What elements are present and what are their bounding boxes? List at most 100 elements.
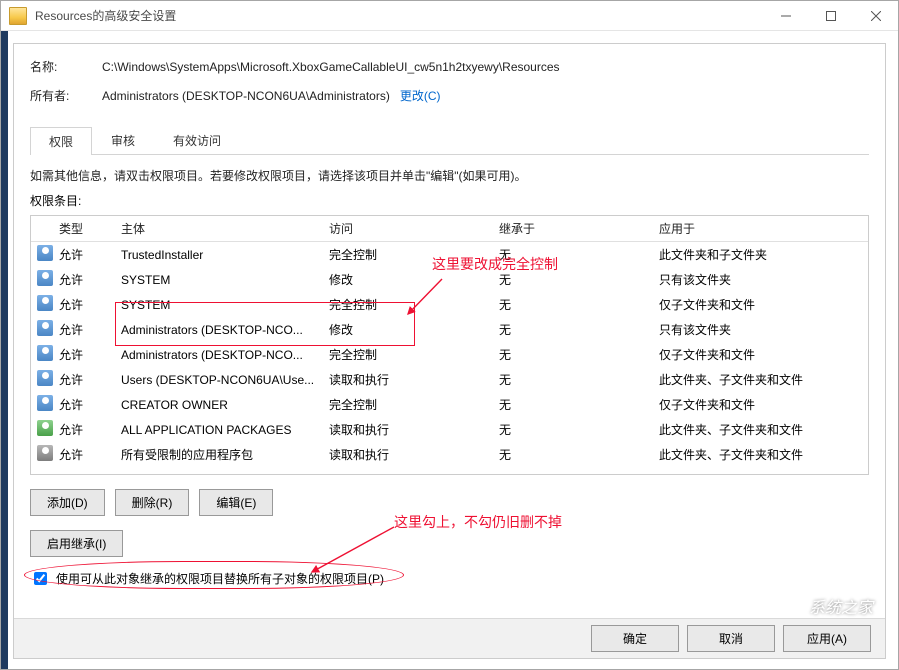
- table-row[interactable]: 允许Users (DESKTOP-NCON6UA\Use...读取和执行无此文件…: [31, 367, 868, 392]
- cell-access: 完全控制: [323, 292, 493, 317]
- cell-principal: SYSTEM: [115, 267, 323, 292]
- watermark: 系统之家: [809, 594, 873, 618]
- table-row[interactable]: 允许Administrators (DESKTOP-NCO...完全控制无仅子文…: [31, 342, 868, 367]
- cell-inherit: 无: [493, 267, 653, 292]
- ok-button[interactable]: 确定: [591, 625, 679, 652]
- table-row[interactable]: 允许TrustedInstaller完全控制无此文件夹和子文件夹: [31, 242, 868, 268]
- maximize-button[interactable]: [808, 1, 853, 31]
- apply-button[interactable]: 应用(A): [783, 625, 871, 652]
- cell-applies: 此文件夹、子文件夹和文件: [653, 417, 868, 442]
- tab-permissions[interactable]: 权限: [30, 127, 92, 155]
- change-owner-link[interactable]: 更改(C): [400, 87, 441, 104]
- cell-applies: 此文件夹和子文件夹: [653, 242, 868, 268]
- name-label: 名称:: [30, 58, 102, 75]
- principal-icon: [37, 345, 53, 361]
- principal-icon: [37, 295, 53, 311]
- principal-icon: [37, 370, 53, 386]
- cell-principal: Administrators (DESKTOP-NCO...: [115, 342, 323, 367]
- principal-icon: [37, 395, 53, 411]
- cell-inherit: 无: [493, 317, 653, 342]
- replace-permissions-row: 使用可从此对象继承的权限项目替换所有子对象的权限项目(P): [14, 565, 885, 596]
- cell-principal: Administrators (DESKTOP-NCO...: [115, 317, 323, 342]
- principal-icon: [37, 320, 53, 336]
- tab-auditing[interactable]: 审核: [92, 126, 154, 154]
- cell-type: 允许: [53, 242, 115, 268]
- instruction-text: 如需其他信息，请双击权限项目。若要修改权限项目，请选择该项目并单击"编辑"(如果…: [14, 155, 885, 192]
- table-row[interactable]: 允许Administrators (DESKTOP-NCO...修改无只有该文件…: [31, 317, 868, 342]
- cell-applies: 仅子文件夹和文件: [653, 342, 868, 367]
- cell-inherit: 无: [493, 342, 653, 367]
- col-type[interactable]: 类型: [53, 216, 115, 242]
- col-inherit[interactable]: 继承于: [493, 216, 653, 242]
- dialog-footer: 确定 取消 应用(A): [14, 618, 885, 658]
- folder-icon: [9, 7, 27, 25]
- edit-button[interactable]: 编辑(E): [199, 489, 273, 516]
- close-button[interactable]: [853, 1, 898, 31]
- tab-bar: 权限 审核 有效访问: [30, 126, 869, 155]
- window-title: Resources的高级安全设置: [35, 7, 763, 24]
- cell-principal: CREATOR OWNER: [115, 392, 323, 417]
- cell-type: 允许: [53, 267, 115, 292]
- principal-icon: [37, 445, 53, 461]
- minimize-button[interactable]: [763, 1, 808, 31]
- cell-access: 修改: [323, 267, 493, 292]
- desktop-sliver: [1, 31, 8, 669]
- cell-type: 允许: [53, 317, 115, 342]
- cell-type: 允许: [53, 392, 115, 417]
- col-applies[interactable]: 应用于: [653, 216, 868, 242]
- cell-type: 允许: [53, 342, 115, 367]
- cell-applies: 仅子文件夹和文件: [653, 292, 868, 317]
- cell-principal: Users (DESKTOP-NCON6UA\Use...: [115, 367, 323, 392]
- entries-label: 权限条目:: [14, 192, 885, 215]
- remove-button[interactable]: 删除(R): [115, 489, 190, 516]
- cell-principal: ALL APPLICATION PACKAGES: [115, 417, 323, 442]
- cell-applies: 此文件夹、子文件夹和文件: [653, 442, 868, 467]
- window-controls: [763, 1, 898, 31]
- cell-type: 允许: [53, 292, 115, 317]
- replace-permissions-checkbox[interactable]: [34, 572, 47, 585]
- title-bar: Resources的高级安全设置: [1, 1, 898, 31]
- dialog-body: 名称: C:\Windows\SystemApps\Microsoft.Xbox…: [13, 43, 886, 659]
- cell-applies: 只有该文件夹: [653, 317, 868, 342]
- cell-applies: 只有该文件夹: [653, 267, 868, 292]
- cell-applies: 仅子文件夹和文件: [653, 392, 868, 417]
- cell-access: 完全控制: [323, 342, 493, 367]
- permission-table-wrap: 类型 主体 访问 继承于 应用于 允许TrustedInstaller完全控制无…: [30, 215, 869, 475]
- add-button[interactable]: 添加(D): [30, 489, 105, 516]
- table-row[interactable]: 允许ALL APPLICATION PACKAGES读取和执行无此文件夹、子文件…: [31, 417, 868, 442]
- table-row[interactable]: 允许SYSTEM修改无只有该文件夹: [31, 267, 868, 292]
- cell-access: 完全控制: [323, 242, 493, 268]
- table-row[interactable]: 允许CREATOR OWNER完全控制无仅子文件夹和文件: [31, 392, 868, 417]
- cell-principal: SYSTEM: [115, 292, 323, 317]
- inherit-row: 启用继承(I): [14, 522, 885, 565]
- cell-principal: TrustedInstaller: [115, 242, 323, 268]
- replace-permissions-label[interactable]: 使用可从此对象继承的权限项目替换所有子对象的权限项目(P): [56, 570, 384, 587]
- advanced-security-dialog: Resources的高级安全设置 名称: C:\Windows\SystemAp…: [0, 0, 899, 670]
- cell-applies: 此文件夹、子文件夹和文件: [653, 367, 868, 392]
- cell-access: 修改: [323, 317, 493, 342]
- cancel-button[interactable]: 取消: [687, 625, 775, 652]
- cell-access: 完全控制: [323, 392, 493, 417]
- col-access[interactable]: 访问: [323, 216, 493, 242]
- name-value: C:\Windows\SystemApps\Microsoft.XboxGame…: [102, 60, 560, 74]
- col-principal[interactable]: 主体: [115, 216, 323, 242]
- cell-inherit: 无: [493, 367, 653, 392]
- cell-type: 允许: [53, 417, 115, 442]
- enable-inheritance-button[interactable]: 启用继承(I): [30, 530, 123, 557]
- cell-inherit: 无: [493, 442, 653, 467]
- cell-access: 读取和执行: [323, 442, 493, 467]
- cell-inherit: 无: [493, 242, 653, 268]
- cell-inherit: 无: [493, 292, 653, 317]
- cell-access: 读取和执行: [323, 367, 493, 392]
- owner-value: Administrators (DESKTOP-NCON6UA\Administ…: [102, 89, 390, 103]
- tab-effective-access[interactable]: 有效访问: [154, 126, 240, 154]
- principal-icon: [37, 245, 53, 261]
- cell-inherit: 无: [493, 392, 653, 417]
- principal-icon: [37, 420, 53, 436]
- cell-type: 允许: [53, 442, 115, 467]
- table-row[interactable]: 允许SYSTEM完全控制无仅子文件夹和文件: [31, 292, 868, 317]
- owner-label: 所有者:: [30, 87, 102, 104]
- table-row[interactable]: 允许所有受限制的应用程序包读取和执行无此文件夹、子文件夹和文件: [31, 442, 868, 467]
- header-fields: 名称: C:\Windows\SystemApps\Microsoft.Xbox…: [14, 44, 885, 122]
- permission-table[interactable]: 类型 主体 访问 继承于 应用于 允许TrustedInstaller完全控制无…: [31, 216, 868, 467]
